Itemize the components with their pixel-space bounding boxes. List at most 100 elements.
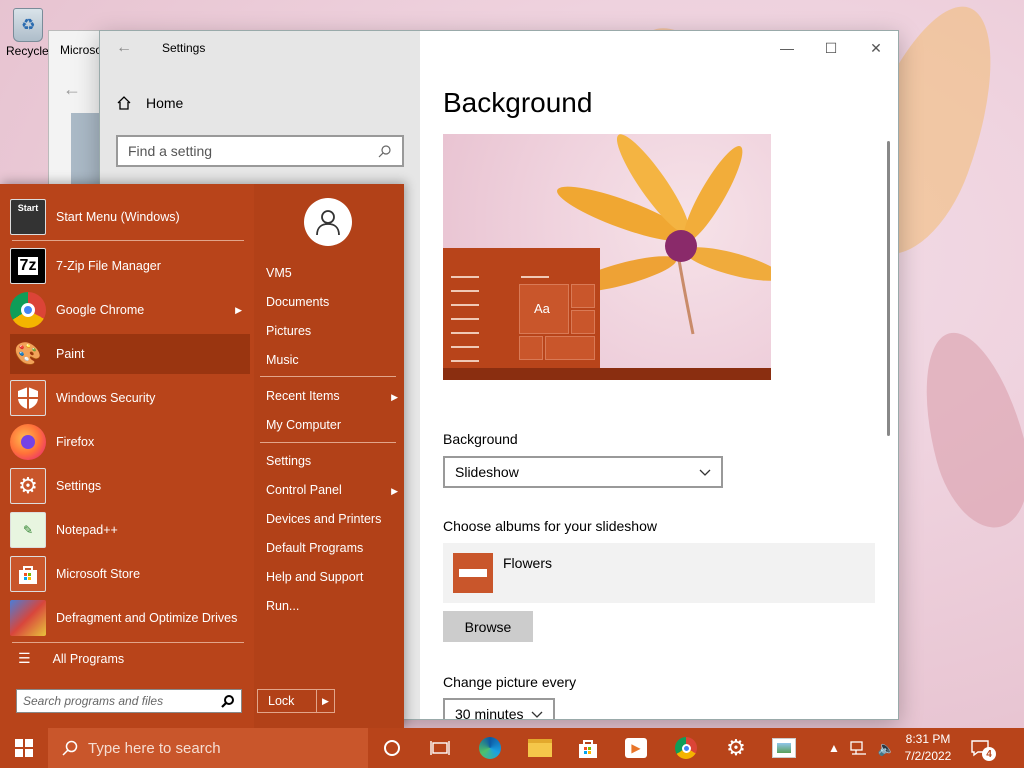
start-button[interactable] — [0, 728, 48, 768]
volume-icon[interactable]: 🔈 — [878, 740, 895, 757]
all-programs-button[interactable]: ☰ All Programs — [18, 650, 124, 667]
paint-icon: 🎨 — [14, 341, 42, 366]
change-picture-dropdown[interactable]: 30 minutes — [443, 698, 555, 720]
task-view-icon — [430, 741, 450, 755]
folder-icon — [528, 739, 552, 757]
chevron-down-icon — [699, 469, 711, 476]
user-icon — [316, 210, 340, 236]
start-search-box[interactable] — [16, 689, 242, 713]
clock[interactable]: 8:31 PM 7/2/2022 — [900, 731, 956, 765]
file-explorer-taskbar-button[interactable] — [524, 732, 556, 764]
program-label: Windows Security — [56, 391, 156, 405]
clock-date: 7/2/2022 — [904, 749, 952, 763]
list-icon: ☰ — [18, 650, 31, 666]
preview-line — [451, 276, 479, 278]
album-item[interactable]: Flowers — [443, 543, 875, 603]
find-setting-box[interactable] — [116, 135, 404, 167]
program-label: Defragment and Optimize Drives — [56, 610, 238, 625]
taskbar: Type here to search ▶ ⚙ ▲ 🔈 8:31 PM 7/2/… — [0, 728, 1024, 768]
program-label: Firefox — [56, 435, 95, 449]
taskbar-search-placeholder: Type here to search — [88, 739, 221, 757]
user-avatar[interactable] — [304, 198, 352, 246]
separator — [260, 442, 396, 443]
cortana-icon — [384, 740, 400, 756]
action-center-button[interactable]: 4 — [970, 728, 1004, 768]
defrag-icon — [10, 600, 46, 636]
media-player-taskbar-button[interactable]: ▶ — [620, 732, 652, 764]
program-settings[interactable]: ⚙ Settings — [10, 466, 250, 506]
browse-button[interactable]: Browse — [443, 611, 533, 642]
place-music[interactable]: Music — [266, 353, 398, 367]
place-documents[interactable]: Documents — [266, 295, 398, 309]
separator — [260, 376, 396, 377]
place-recent-items[interactable]: Recent Items ▶ — [266, 389, 398, 403]
cortana-button[interactable] — [376, 732, 408, 764]
place-user[interactable]: VM5 — [266, 266, 398, 280]
home-icon — [117, 96, 131, 110]
place-default-programs[interactable]: Default Programs — [266, 541, 398, 555]
paint-canvas-icon — [772, 738, 796, 758]
place-pictures[interactable]: Pictures — [266, 324, 398, 338]
back-arrow-icon[interactable]: ← — [116, 39, 132, 57]
program-notepad[interactable]: ✎ Notepad++ — [10, 510, 250, 550]
find-setting-input[interactable] — [128, 143, 378, 159]
preview-text: Aa — [534, 301, 550, 316]
chrome-taskbar-button[interactable] — [670, 732, 702, 764]
chevron-down-icon — [531, 711, 543, 718]
paint-taskbar-button[interactable] — [768, 732, 800, 764]
program-chrome[interactable]: Google Chrome ▶ — [10, 290, 250, 330]
system-tray: ▲ 🔈 — [828, 728, 895, 768]
change-picture-value: 30 minutes — [455, 706, 524, 720]
background-dropdown[interactable]: Slideshow — [443, 456, 723, 488]
gear-icon: ⚙ — [726, 735, 746, 760]
chevron-up-icon[interactable]: ▲ — [828, 741, 840, 755]
7zip-icon: 7z — [10, 248, 46, 284]
clock-time: 8:31 PM — [905, 732, 951, 746]
place-settings[interactable]: Settings — [266, 454, 398, 468]
preview-line — [451, 332, 479, 334]
program-start-menu[interactable]: Start Start Menu (Windows) — [10, 197, 250, 237]
settings-taskbar-button[interactable]: ⚙ — [720, 732, 752, 764]
task-view-button[interactable] — [424, 732, 456, 764]
album-name: Flowers — [503, 555, 553, 571]
edge-taskbar-button[interactable] — [474, 732, 506, 764]
place-run[interactable]: Run... — [266, 599, 398, 613]
taskbar-search[interactable]: Type here to search — [48, 728, 368, 768]
place-help-support[interactable]: Help and Support — [266, 570, 398, 584]
program-7zip[interactable]: 7z 7-Zip File Manager — [10, 246, 250, 286]
program-windows-security[interactable]: Windows Security — [10, 378, 250, 418]
store-taskbar-button[interactable] — [572, 732, 604, 764]
preview-line — [451, 360, 479, 362]
network-icon[interactable] — [850, 740, 868, 756]
program-label: Start Menu (Windows) — [56, 210, 180, 224]
home-nav-item[interactable]: Home — [116, 95, 183, 111]
scrollbar[interactable] — [887, 141, 890, 436]
search-icon — [378, 145, 391, 158]
back-arrow-icon[interactable]: ← — [63, 79, 81, 100]
recycle-bin-shortcut[interactable]: Recycle Bin — [6, 8, 69, 58]
program-label: Settings — [56, 479, 102, 493]
settings-content: Background Aa Background Slideshow Choos… — [443, 31, 893, 719]
all-programs-label: All Programs — [52, 651, 125, 666]
place-my-computer[interactable]: My Computer — [266, 418, 398, 432]
program-microsoft-store[interactable]: Microsoft Store — [10, 554, 250, 594]
start-search-input[interactable] — [23, 694, 221, 708]
preview-tile — [519, 336, 543, 360]
place-control-panel[interactable]: Control Panel ▶ — [266, 483, 398, 497]
gear-icon: ⚙ — [10, 468, 46, 504]
search-icon — [221, 695, 234, 708]
lock-button[interactable]: Lock ▶ — [257, 689, 335, 713]
separator — [12, 240, 244, 241]
background-label: Background — [443, 431, 518, 447]
program-firefox[interactable]: Firefox — [10, 422, 250, 462]
program-paint[interactable]: 🎨 Paint — [10, 334, 250, 374]
place-devices-printers[interactable]: Devices and Printers — [266, 512, 398, 526]
preview-line — [451, 304, 479, 306]
chevron-right-icon: ▶ — [391, 486, 398, 496]
preview-taskbar — [443, 368, 771, 380]
program-defragment[interactable]: Defragment and Optimize Drives — [10, 598, 250, 638]
windows-logo-icon — [15, 739, 33, 757]
program-label: Microsoft Store — [56, 567, 141, 581]
album-folder-icon — [453, 553, 493, 593]
chevron-right-icon[interactable]: ▶ — [316, 690, 334, 712]
